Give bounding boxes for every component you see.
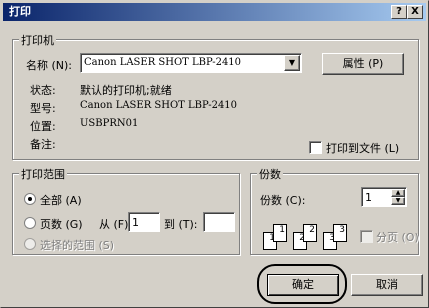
page-number: 2 bbox=[309, 225, 315, 235]
close-button[interactable]: X bbox=[407, 5, 423, 19]
to-input[interactable] bbox=[203, 212, 235, 232]
status-label: 状态: bbox=[30, 84, 56, 97]
window-title: 打印 bbox=[9, 5, 31, 18]
printer-name-combo[interactable]: Canon LASER SHOT LBP-2410 ▼ bbox=[80, 53, 302, 73]
to-label: 到 (T): bbox=[164, 218, 198, 231]
name-label: 名称 (N): bbox=[26, 59, 73, 72]
print-dialog: 打印 ? X 打印机 名称 (N): Canon LASER SHOT LBP-… bbox=[0, 0, 429, 308]
copies-spin-input[interactable]: 1 ▲ ▼ bbox=[361, 187, 407, 207]
radio-pages-label: 页数 (G) bbox=[40, 218, 83, 231]
title-bar: 打印 ? X bbox=[3, 3, 426, 21]
where-label: 位置: bbox=[30, 120, 56, 133]
page-number: 1 bbox=[279, 225, 285, 235]
chevron-down-icon[interactable]: ▼ bbox=[284, 55, 300, 71]
collate-label: 分页 (O) bbox=[376, 231, 419, 244]
print-to-file-checkbox[interactable] bbox=[309, 141, 322, 154]
collate-checkbox[interactable] bbox=[360, 230, 373, 243]
copies-group: 份数 份数 (C): 1 ▲ ▼ 1 1 2 2 3 3 分页 (O) bbox=[250, 166, 419, 255]
copies-count-value: 1 bbox=[365, 191, 372, 204]
where-value: USBPRN01 bbox=[80, 118, 139, 129]
print-to-file-label: 打印到文件 (L) bbox=[326, 142, 400, 155]
radio-all[interactable] bbox=[24, 193, 36, 205]
comment-label: 备注: bbox=[30, 138, 56, 151]
page-icon: 2 bbox=[303, 224, 317, 242]
copies-group-label: 份数 bbox=[257, 166, 283, 182]
cancel-button[interactable]: 取消 bbox=[351, 274, 423, 296]
page-icon: 1 bbox=[273, 224, 287, 242]
type-value: Canon LASER SHOT LBP-2410 bbox=[80, 100, 238, 111]
help-button[interactable]: ? bbox=[391, 5, 407, 19]
page-number: 3 bbox=[339, 225, 345, 235]
printer-name-value: Canon LASER SHOT LBP-2410 bbox=[84, 57, 242, 68]
spin-down-icon[interactable]: ▼ bbox=[391, 197, 405, 205]
radio-pages[interactable] bbox=[24, 217, 36, 229]
spin-up-icon[interactable]: ▲ bbox=[391, 189, 405, 197]
status-value: 默认的打印机;就绪 bbox=[80, 84, 172, 97]
from-value: 1 bbox=[132, 216, 139, 229]
from-input[interactable]: 1 bbox=[128, 212, 160, 232]
type-label: 型号: bbox=[30, 102, 56, 115]
ok-button[interactable]: 确定 bbox=[267, 274, 339, 296]
copies-count-label: 份数 (C): bbox=[260, 194, 306, 207]
print-range-group: 打印范围 全部 (A) 页数 (G) 从 (F): 1 到 (T): 选择的范围… bbox=[12, 166, 240, 255]
printer-group-label: 打印机 bbox=[19, 32, 56, 48]
printer-group: 打印机 名称 (N): Canon LASER SHOT LBP-2410 ▼ … bbox=[12, 32, 419, 160]
page-icon: 3 bbox=[333, 224, 347, 242]
radio-all-label: 全部 (A) bbox=[40, 194, 82, 207]
properties-button[interactable]: 属性 (P) bbox=[322, 53, 404, 75]
print-range-label: 打印范围 bbox=[19, 166, 67, 182]
radio-selection[interactable] bbox=[24, 238, 36, 250]
radio-selection-label: 选择的范围 (S) bbox=[40, 239, 115, 252]
